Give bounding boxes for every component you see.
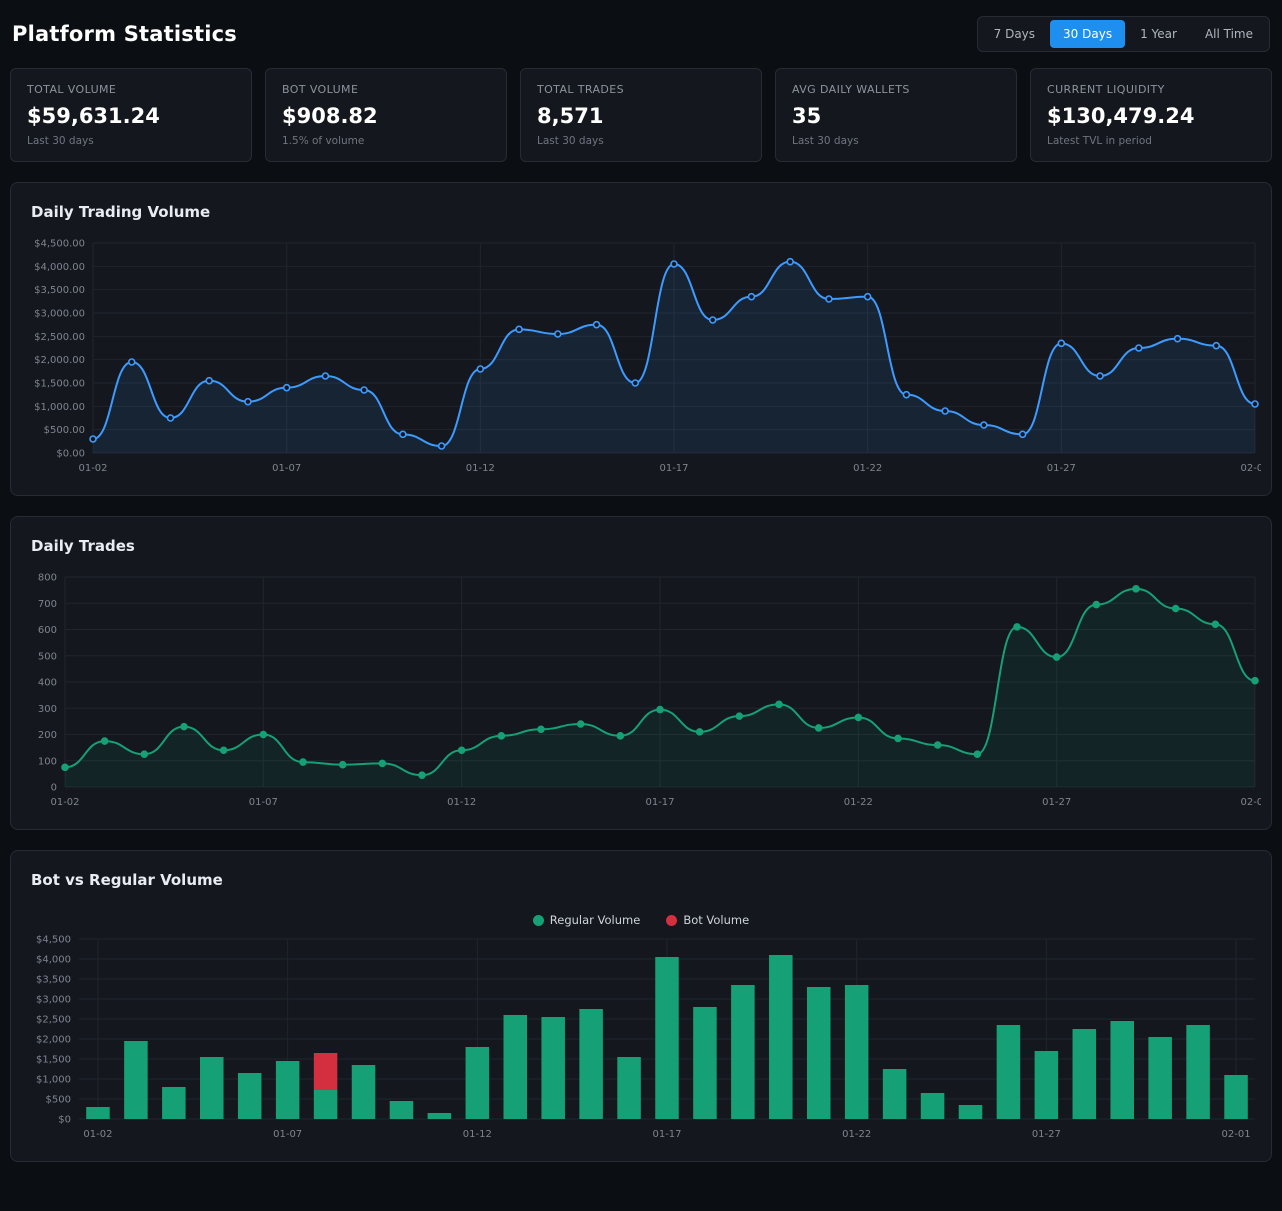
svg-text:01-12: 01-12 [463, 1129, 492, 1140]
stat-value: $908.82 [282, 104, 490, 128]
stat-subtext: Latest TVL in period [1047, 135, 1255, 147]
svg-text:$3,500.00: $3,500.00 [34, 285, 85, 296]
svg-text:$500.00: $500.00 [44, 425, 85, 436]
svg-text:$500: $500 [46, 1095, 71, 1106]
stat-card-avg-daily-wallets: AVG DAILY WALLETS 35 Last 30 days [775, 68, 1017, 162]
stat-card-current-liquidity: CURRENT LIQUIDITY $130,479.24 Latest TVL… [1030, 68, 1272, 162]
svg-text:0: 0 [51, 783, 57, 794]
stat-value: 8,571 [537, 104, 745, 128]
svg-text:$4,500: $4,500 [36, 935, 71, 946]
svg-text:$1,000.00: $1,000.00 [34, 402, 85, 413]
stat-card-total-volume: TOTAL VOLUME $59,631.24 Last 30 days [10, 68, 252, 162]
daily-trades-panel: Daily Trades 0 100 200 300 400 500 600 700 800 01… [10, 516, 1272, 830]
svg-text:100: 100 [38, 756, 57, 767]
svg-text:01-07: 01-07 [272, 463, 301, 474]
svg-text:01-07: 01-07 [249, 797, 278, 808]
svg-text:$3,000: $3,000 [36, 995, 71, 1006]
svg-text:700: 700 [38, 599, 57, 610]
svg-text:02-01: 02-01 [1222, 1129, 1251, 1140]
bot-vs-regular-volume-panel: Bot vs Regular Volume Regular Volume Bot… [10, 850, 1272, 1162]
stat-value: $130,479.24 [1047, 104, 1255, 128]
svg-text:$4,000.00: $4,000.00 [34, 262, 85, 273]
header: Platform Statistics 7 Days 30 Days 1 Yea… [10, 10, 1272, 52]
svg-text:01-02: 01-02 [83, 1129, 112, 1140]
legend-item-bot-volume: Bot Volume [666, 913, 749, 927]
regular-volume-dot-icon [533, 915, 544, 926]
legend-item-regular-volume: Regular Volume [533, 913, 641, 927]
svg-text:$2,000: $2,000 [36, 1035, 71, 1046]
svg-text:01-12: 01-12 [447, 797, 476, 808]
bot-vs-regular-volume-chart[interactable]: $0 $500 $1,000 $1,500 $2,000 $2,500 $3,000 $3,5… [21, 931, 1261, 1149]
daily-trades-chart-wrap: 0 100 200 300 400 500 600 700 800 01-02 01-07 01-12… [11, 567, 1271, 821]
svg-text:$0: $0 [58, 1115, 71, 1126]
svg-text:500: 500 [38, 651, 57, 662]
range-7-days-button[interactable]: 7 Days [981, 20, 1048, 48]
stat-value: 35 [792, 104, 1000, 128]
daily-trading-volume-title: Daily Trading Volume [11, 183, 1271, 233]
svg-text:$2,000.00: $2,000.00 [34, 355, 85, 366]
svg-text:01-17: 01-17 [652, 1129, 681, 1140]
svg-text:01-27: 01-27 [1042, 797, 1071, 808]
stat-card-bot-volume: BOT VOLUME $908.82 1.5% of volume [265, 68, 507, 162]
svg-text:400: 400 [38, 678, 57, 689]
stat-cards-row: TOTAL VOLUME $59,631.24 Last 30 days BOT… [10, 68, 1272, 162]
svg-text:$3,000.00: $3,000.00 [34, 309, 85, 320]
svg-text:$0.00: $0.00 [56, 449, 85, 460]
stat-label: AVG DAILY WALLETS [792, 83, 1000, 96]
svg-text:01-22: 01-22 [853, 463, 882, 474]
svg-text:$1,500.00: $1,500.00 [34, 379, 85, 390]
svg-text:$2,500: $2,500 [36, 1015, 71, 1026]
stat-subtext: Last 30 days [27, 135, 235, 147]
svg-text:02-01: 02-01 [1240, 797, 1261, 808]
range-1-year-button[interactable]: 1 Year [1127, 20, 1190, 48]
svg-text:01-27: 01-27 [1047, 463, 1076, 474]
range-all-time-button[interactable]: All Time [1192, 20, 1266, 48]
svg-text:$1,500: $1,500 [36, 1055, 71, 1066]
stat-label: TOTAL VOLUME [27, 83, 235, 96]
svg-text:$4,500.00: $4,500.00 [34, 239, 85, 250]
legend-label: Regular Volume [550, 913, 641, 927]
legend-label: Bot Volume [683, 913, 749, 927]
bot-vs-regular-chart-wrap: $0 $500 $1,000 $1,500 $2,000 $2,500 $3,000 $3,5… [11, 931, 1271, 1153]
svg-text:$4,000: $4,000 [36, 955, 71, 966]
svg-text:01-27: 01-27 [1032, 1129, 1061, 1140]
stat-label: CURRENT LIQUIDITY [1047, 83, 1255, 96]
svg-text:$3,500: $3,500 [36, 975, 71, 986]
time-range-selector: 7 Days 30 Days 1 Year All Time [977, 16, 1270, 52]
stat-subtext: Last 30 days [537, 135, 745, 147]
svg-text:01-12: 01-12 [466, 463, 495, 474]
bot-vs-regular-legend: Regular Volume Bot Volume [11, 901, 1271, 931]
svg-text:800: 800 [38, 573, 57, 584]
svg-text:01-17: 01-17 [659, 463, 688, 474]
range-30-days-button[interactable]: 30 Days [1050, 20, 1125, 48]
daily-trades-title: Daily Trades [11, 517, 1271, 567]
daily-trading-volume-chart[interactable]: $0.00 $500.00 $1,000.00 $1,500.00 $2,000.00 $… [21, 233, 1261, 483]
svg-text:600: 600 [38, 625, 57, 636]
daily-trading-volume-chart-wrap: $0.00 $500.00 $1,000.00 $1,500.00 $2,000.00 $… [11, 233, 1271, 487]
stat-card-total-trades: TOTAL TRADES 8,571 Last 30 days [520, 68, 762, 162]
stat-subtext: Last 30 days [792, 135, 1000, 147]
svg-text:$1,000: $1,000 [36, 1075, 71, 1086]
daily-trades-chart[interactable]: 0 100 200 300 400 500 600 700 800 01-02 01-07 01-12… [21, 567, 1261, 817]
svg-text:$2,500.00: $2,500.00 [34, 332, 85, 343]
svg-text:01-17: 01-17 [645, 797, 674, 808]
svg-text:01-22: 01-22 [842, 1129, 871, 1140]
svg-text:01-07: 01-07 [273, 1129, 302, 1140]
page-title: Platform Statistics [12, 22, 237, 46]
svg-text:300: 300 [38, 704, 57, 715]
svg-text:01-02: 01-02 [50, 797, 79, 808]
stat-subtext: 1.5% of volume [282, 135, 490, 147]
svg-text:200: 200 [38, 730, 57, 741]
stat-label: BOT VOLUME [282, 83, 490, 96]
stat-label: TOTAL TRADES [537, 83, 745, 96]
svg-text:01-02: 01-02 [78, 463, 107, 474]
svg-text:01-22: 01-22 [844, 797, 873, 808]
daily-trading-volume-panel: Daily Trading Volume $0.00 $500.00 $1,000.… [10, 182, 1272, 496]
bot-volume-dot-icon [666, 915, 677, 926]
svg-text:02-01: 02-01 [1240, 463, 1261, 474]
stat-value: $59,631.24 [27, 104, 235, 128]
bot-vs-regular-volume-title: Bot vs Regular Volume [11, 851, 1271, 901]
